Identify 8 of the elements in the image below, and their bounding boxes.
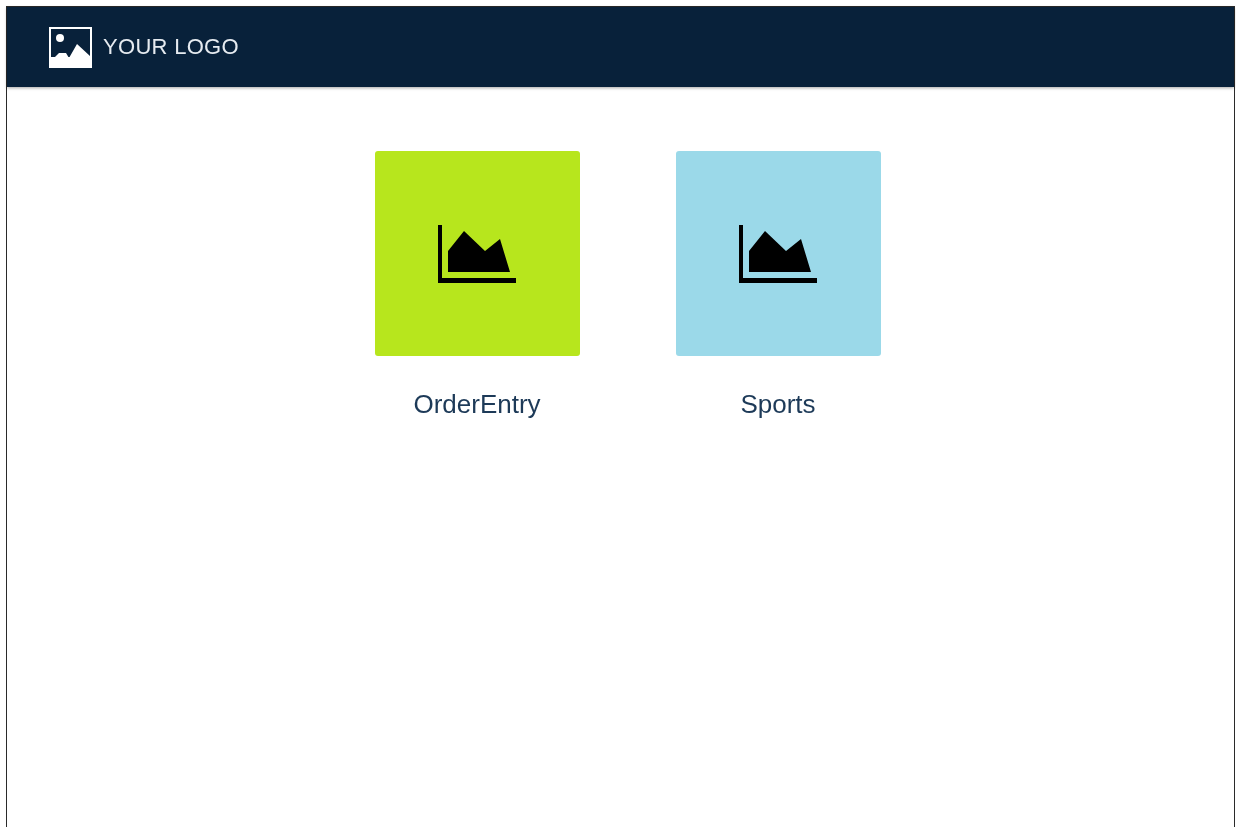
image-icon xyxy=(49,26,92,68)
area-chart-icon xyxy=(438,224,516,283)
logo-text: YOUR LOGO xyxy=(103,34,239,60)
app-label: OrderEntry xyxy=(413,389,541,420)
app-label: Sports xyxy=(740,389,816,420)
app-tile[interactable] xyxy=(374,151,580,356)
area-chart-icon xyxy=(739,224,817,283)
app-tile[interactable] xyxy=(675,151,881,356)
